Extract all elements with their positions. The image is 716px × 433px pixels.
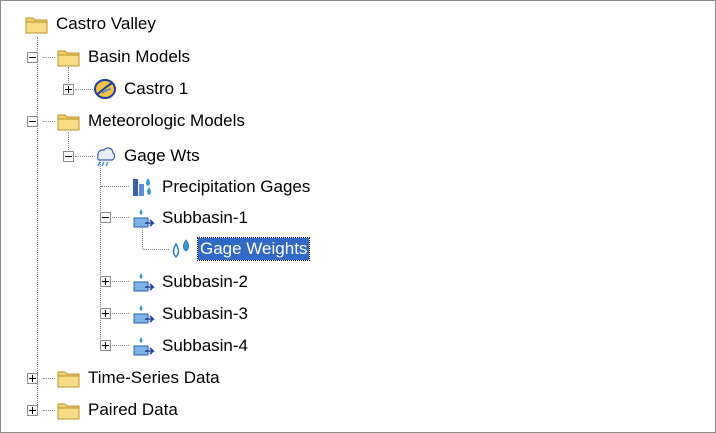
- tree-node-basin-models[interactable]: Basin Models: [57, 44, 192, 70]
- folder-icon: [57, 110, 81, 132]
- tree-node-label: Castro 1: [124, 79, 189, 98]
- subbasin-icon: [131, 303, 155, 325]
- tree-node-label: Precipitation Gages: [162, 177, 311, 196]
- subbasin3-expand-toggle[interactable]: [100, 308, 111, 319]
- tree-node-subbasin-1[interactable]: Subbasin-1: [131, 205, 250, 231]
- subbasin-icon: [131, 335, 155, 357]
- tree-node-castro-1[interactable]: Castro 1: [93, 76, 190, 102]
- basin-model-icon: [93, 78, 117, 100]
- tree-node-label: Gage Weights: [196, 237, 311, 261]
- castro1-expand-toggle[interactable]: [63, 84, 74, 95]
- subbasin-icon: [131, 207, 155, 229]
- tree-node-label: Subbasin-1: [162, 208, 249, 227]
- folder-icon: [57, 367, 81, 389]
- tree-line: [37, 37, 38, 407]
- tree-line: [43, 378, 55, 379]
- tree-node-gage-weights[interactable]: Gage Weights: [169, 236, 311, 262]
- watershed-explorer-tree: Castro Valley Basin Models Castro 1 Mete…: [0, 0, 716, 433]
- gage-wts-collapse-toggle[interactable]: [63, 151, 74, 162]
- tree-line: [43, 121, 55, 122]
- tree-node-time-series-data[interactable]: Time-Series Data: [57, 365, 222, 391]
- tree-node-label: Meteorologic Models: [88, 111, 245, 130]
- tree-node-paired-data[interactable]: Paired Data: [57, 397, 180, 423]
- folder-icon: [25, 13, 49, 35]
- meteorologic-model-icon: [93, 145, 117, 167]
- subbasin1-collapse-toggle[interactable]: [100, 212, 111, 223]
- folder-icon: [57, 46, 81, 68]
- precipitation-gages-icon: [131, 176, 155, 198]
- tree-node-label: Subbasin-4: [162, 336, 249, 355]
- tree-line: [100, 162, 101, 347]
- time-series-expand-toggle[interactable]: [27, 373, 38, 384]
- tree-node-label: Castro Valley: [56, 14, 156, 33]
- folder-icon: [57, 399, 81, 421]
- tree-node-label: Basin Models: [88, 47, 191, 66]
- tree-node-label: Subbasin-3: [162, 304, 249, 323]
- tree-line: [101, 186, 129, 187]
- tree-node-subbasin-2[interactable]: Subbasin-2: [131, 269, 250, 295]
- tree-node-precipitation-gages[interactable]: Precipitation Gages: [131, 174, 312, 200]
- tree-line: [75, 156, 93, 157]
- tree-node-subbasin-4[interactable]: Subbasin-4: [131, 333, 250, 359]
- tree-line: [43, 410, 55, 411]
- tree-line: [75, 89, 93, 90]
- tree-node-meteorologic-models[interactable]: Meteorologic Models: [57, 108, 247, 134]
- tree-node-castro-valley[interactable]: Castro Valley: [25, 11, 158, 37]
- subbasin4-expand-toggle[interactable]: [100, 340, 111, 351]
- tree-node-label: Gage Wts: [124, 146, 200, 165]
- tree-node-label: Time-Series Data: [88, 368, 220, 387]
- paired-data-expand-toggle[interactable]: [27, 405, 38, 416]
- tree-node-label: Paired Data: [88, 400, 178, 419]
- met-models-collapse-toggle[interactable]: [27, 116, 38, 127]
- subbasin-icon: [131, 271, 155, 293]
- tree-node-gage-wts[interactable]: Gage Wts: [93, 143, 202, 169]
- tree-line: [143, 249, 169, 250]
- subbasin2-expand-toggle[interactable]: [100, 276, 111, 287]
- tree-line: [43, 57, 55, 58]
- tree-node-subbasin-3[interactable]: Subbasin-3: [131, 301, 250, 327]
- basin-models-collapse-toggle[interactable]: [27, 52, 38, 63]
- gage-weights-icon: [169, 238, 193, 260]
- tree-node-label: Subbasin-2: [162, 272, 249, 291]
